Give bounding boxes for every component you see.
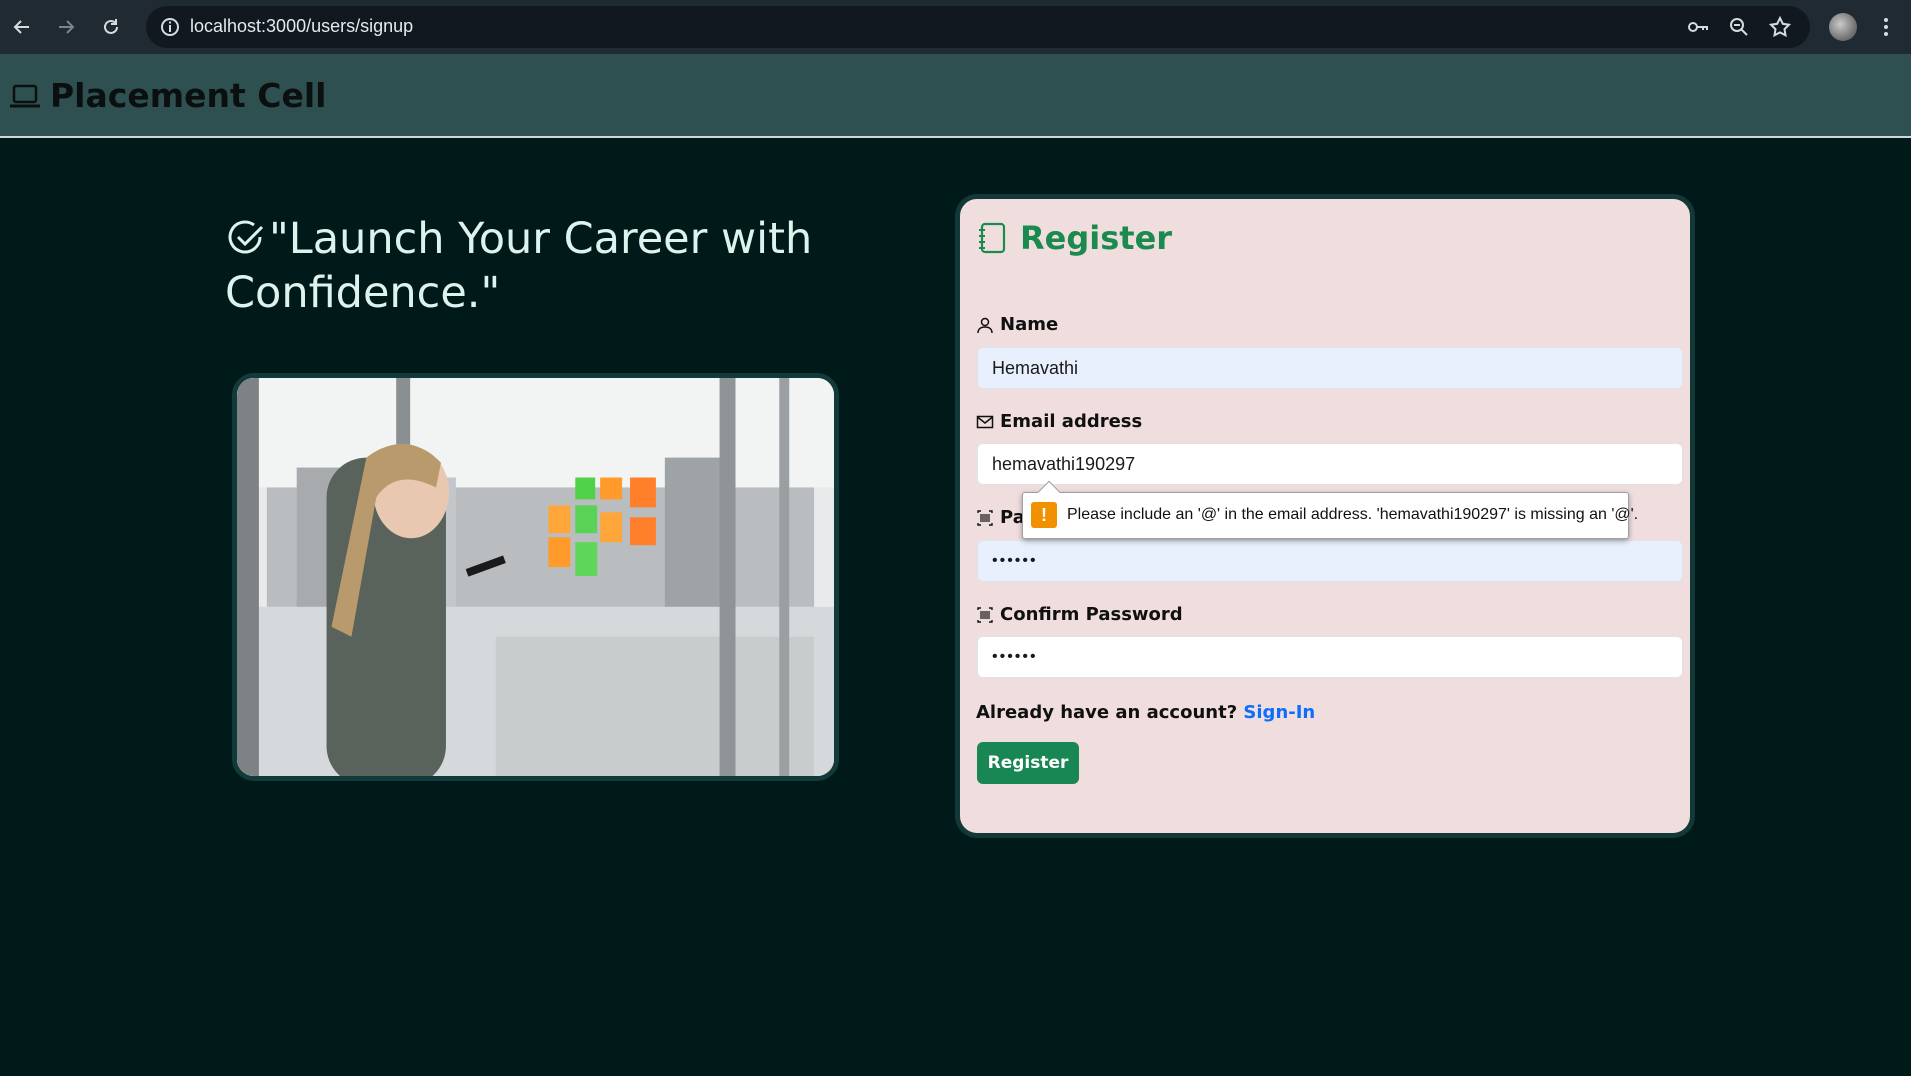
journal-icon <box>979 222 1006 254</box>
barcode-icon <box>977 606 993 623</box>
name-input[interactable]: Hemavathi <box>977 347 1683 389</box>
profile-avatar[interactable] <box>1829 13 1857 41</box>
key-icon[interactable] <box>1686 15 1710 39</box>
hero-image <box>232 373 839 781</box>
email-label: Email address <box>976 411 1142 432</box>
barcode-icon <box>977 509 993 526</box>
account-text: Already have an account? <box>976 702 1238 723</box>
validation-message: Please include an '@' in the email addre… <box>1067 506 1639 523</box>
browser-toolbar: localhost:3000/users/signup <box>0 0 1911 54</box>
office-photo <box>237 378 834 776</box>
name-label: Name <box>976 314 1058 335</box>
confirm-password-input[interactable]: •••••• <box>977 636 1683 678</box>
reload-icon <box>104 19 118 34</box>
arrow-left-icon <box>13 20 29 34</box>
laptop-icon <box>10 84 40 107</box>
check-circle-icon <box>228 220 264 254</box>
more-vert-icon[interactable] <box>1876 13 1896 41</box>
envelope-icon <box>976 415 994 428</box>
app-navbar: Placement Cell <box>0 54 1911 138</box>
address-bar[interactable]: localhost:3000/users/signup <box>146 6 1810 48</box>
password-input[interactable]: •••••• <box>977 540 1683 582</box>
brand-link[interactable]: Placement Cell <box>8 76 326 115</box>
register-title: Register <box>1020 219 1173 257</box>
email-input[interactable]: hemavathi190297 <box>977 443 1683 485</box>
confirm-password-label: Confirm Password <box>976 604 1183 625</box>
zoom-icon[interactable] <box>1727 15 1751 39</box>
hero-quote: "Launch Your Career with Confidence." <box>225 212 825 320</box>
url-text: localhost:3000/users/signup <box>190 16 414 36</box>
warning-icon: ! <box>1031 502 1057 528</box>
confirm-label-text: Confirm Password <box>1000 604 1183 625</box>
forward-button[interactable] <box>52 13 80 41</box>
register-button[interactable]: Register <box>977 742 1079 784</box>
person-icon <box>977 317 993 333</box>
back-button[interactable] <box>8 13 36 41</box>
signin-link[interactable]: Sign-In <box>1243 702 1315 723</box>
hero-quote-text: "Launch Your Career with Confidence." <box>225 214 813 318</box>
register-header: Register <box>976 219 1172 257</box>
validation-tooltip: ! Please include an '@' in the email add… <box>1022 480 1638 539</box>
name-label-text: Name <box>1000 314 1059 335</box>
arrow-right-icon <box>59 20 75 34</box>
reload-button[interactable] <box>97 13 125 41</box>
brand-title: Placement Cell <box>50 76 327 115</box>
email-label-text: Email address <box>1000 411 1143 432</box>
site-info-icon[interactable] <box>158 15 182 39</box>
star-icon[interactable] <box>1768 15 1792 39</box>
account-prompt: Already have an account? Sign-In <box>976 702 1315 723</box>
